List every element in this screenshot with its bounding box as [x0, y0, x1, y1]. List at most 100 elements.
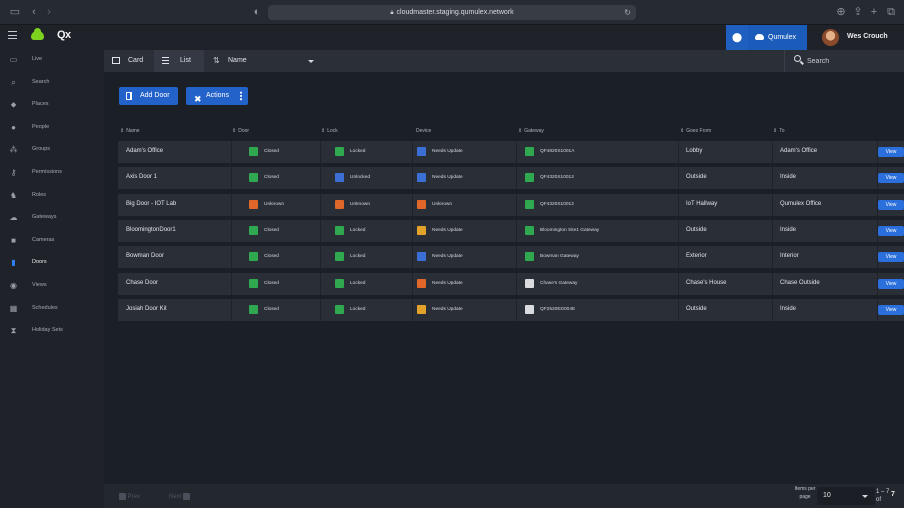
sidebar-item-people[interactable]: ● People: [0, 118, 104, 140]
forward-icon[interactable]: ›: [42, 5, 56, 19]
prev-button[interactable]: Prev: [119, 493, 140, 500]
organization-name: Qumulex: [768, 34, 797, 41]
cell-lock: Unlocked: [321, 167, 413, 190]
cell-text: Lobby: [686, 148, 703, 154]
eye-icon: ◉: [10, 281, 17, 290]
column-header-gateway[interactable]: ⇕ Gateway: [518, 128, 544, 134]
cell-text: Outside: [686, 174, 707, 181]
cell-name: BloomingtonDoor1: [118, 219, 232, 242]
gateway-icon: [525, 278, 534, 288]
sidebar-item-holiday-sets[interactable]: ⧗ Holiday Sets: [0, 321, 104, 343]
sidebar-item-permissions[interactable]: ⚷ Permissions: [0, 163, 104, 185]
view-button[interactable]: View: [878, 252, 904, 263]
cell-lock: Locked: [321, 219, 413, 242]
view-button[interactable]: View: [878, 147, 904, 157]
sort-select[interactable]: ⇅ Name: [204, 50, 322, 72]
app-header: Qx ⬤ Qumulex Wes Crouch: [0, 25, 904, 50]
cell-gateway: QF4820S1001A: [517, 141, 679, 163]
location-button[interactable]: ⬤: [726, 25, 748, 50]
sidebar-item-groups[interactable]: ⁂ Groups: [0, 140, 104, 162]
column-header-to[interactable]: ⇕ To: [773, 128, 784, 134]
view-button[interactable]: View: [878, 199, 904, 210]
sidebar-item-doors[interactable]: ▮ Doors: [0, 253, 104, 275]
cell-text: Inside: [780, 174, 797, 181]
table-row[interactable]: Chase Door Closed Locked Needs Update Chase'…: [118, 272, 904, 295]
sidebar-item-schedules[interactable]: ▦ Schedules: [0, 299, 104, 321]
gateway-icon: [525, 199, 534, 209]
cell-text: Axis Door 1: [126, 174, 158, 181]
view-button[interactable]: View: [878, 304, 904, 315]
cell-device: Needs Update: [413, 219, 517, 242]
table-row[interactable]: Bowman Door Closed Locked Needs Update Bowma…: [118, 246, 904, 269]
cell-gateway: Bloomington Site1 Gateway: [517, 219, 679, 242]
cell-text: QF2520ED004E: [540, 306, 576, 312]
search-input[interactable]: [807, 55, 897, 67]
cell-to: Qumulex Office: [773, 193, 878, 216]
view-button[interactable]: View: [878, 225, 904, 236]
sidebar-item-roles[interactable]: ♞ Roles: [0, 186, 104, 208]
cloud-icon: [755, 34, 764, 40]
organization-button[interactable]: Qumulex: [748, 25, 807, 50]
cell-text: Locked: [350, 306, 366, 312]
table-row[interactable]: Adam's Office Closed Locked Needs Update QF4…: [118, 141, 904, 163]
padlock-icon: [335, 173, 344, 183]
reload-icon[interactable]: ↻: [624, 5, 631, 20]
cell-device: Needs Update: [413, 246, 517, 269]
cell-door: Unknown: [232, 193, 321, 216]
table-row[interactable]: Big Door - IOT Lab Unknown Unknown Unknown Q…: [118, 193, 904, 216]
actions-button[interactable]: ✖ Actions: [186, 87, 248, 105]
view-button[interactable]: View: [878, 278, 904, 289]
column-header-door[interactable]: ⇕ Door: [232, 128, 249, 134]
cell-door: Closed: [232, 298, 321, 321]
cell-gateway: QF2520ED004E: [517, 298, 679, 321]
view-button[interactable]: View: [878, 173, 904, 184]
cell-goes-from: Outside: [679, 298, 773, 321]
sidebar-item-search[interactable]: ⌕ Search: [0, 73, 104, 95]
prev-label: Prev: [127, 494, 141, 501]
next-button[interactable]: Next: [169, 493, 191, 500]
sidebar-item-gateways[interactable]: ☁ Gateways: [0, 208, 104, 230]
column-header-goes-from[interactable]: ⇕ Goes From: [680, 128, 711, 134]
sidebar-item-label: Roles: [32, 191, 47, 198]
cell-text: Closed: [264, 175, 279, 181]
sidebar-item-views[interactable]: ◉ Views: [0, 276, 104, 298]
cell-text: Closed: [264, 227, 279, 233]
address-bar[interactable]: 🔒︎ cloudmaster.staging.qumulex.network ↻: [268, 5, 636, 20]
sidebar-item-cameras[interactable]: ■ Cameras: [0, 231, 104, 253]
items-per-page-select[interactable]: 10: [817, 487, 875, 505]
cell-device: Needs Update: [413, 272, 517, 295]
new-tab-icon[interactable]: +: [867, 5, 881, 19]
cell-text: QF4320S10012: [540, 175, 574, 181]
app-logo[interactable]: Qx: [57, 29, 71, 41]
column-header-name[interactable]: ⇕ Name: [120, 128, 140, 134]
table-row[interactable]: BloomingtonDoor1 Closed Locked Needs Update…: [118, 219, 904, 242]
download-icon[interactable]: ⊕: [834, 5, 848, 19]
cell-text: QF4820S1001A: [540, 149, 575, 154]
search-field[interactable]: [784, 50, 904, 72]
padlock-icon: [335, 252, 344, 262]
cell-name: Big Door - IOT Lab: [118, 193, 232, 216]
gateway-icon: [525, 304, 534, 314]
table-row[interactable]: Axis Door 1 Closed Unlocked Needs Update QF4…: [118, 167, 904, 190]
cell-to: Inside: [773, 167, 878, 190]
privacy-shield-icon[interactable]: ◐: [250, 5, 264, 19]
sidebar-item-live[interactable]: ▭ Live: [0, 50, 104, 72]
avatar[interactable]: [822, 29, 839, 46]
add-door-button[interactable]: Add Door: [119, 87, 178, 105]
share-icon[interactable]: ⇪: [851, 5, 865, 19]
back-icon[interactable]: ‹: [27, 5, 41, 19]
tab-overview-icon[interactable]: ⧉: [884, 5, 898, 19]
sidebar-item-label: Holiday Sets: [32, 327, 63, 334]
user-name[interactable]: Wes Crouch: [847, 33, 888, 40]
cell-name: Josiah Door Kit: [118, 298, 232, 321]
table-row[interactable]: Josiah Door Kit Closed Locked Needs Update Q…: [118, 298, 904, 321]
cell-to: Interior: [773, 246, 878, 269]
cell-device: Unknown: [413, 193, 517, 216]
sidebar-item-places[interactable]: ⬥ Places: [0, 95, 104, 117]
column-header-lock[interactable]: ⇕ Lock: [321, 128, 338, 134]
sidebar-toggle-icon[interactable]: ▭: [8, 5, 22, 19]
menu-icon[interactable]: [8, 31, 17, 39]
door-status-icon: [249, 199, 258, 209]
tab-card[interactable]: Card: [104, 50, 154, 72]
tab-list[interactable]: List: [154, 50, 204, 72]
